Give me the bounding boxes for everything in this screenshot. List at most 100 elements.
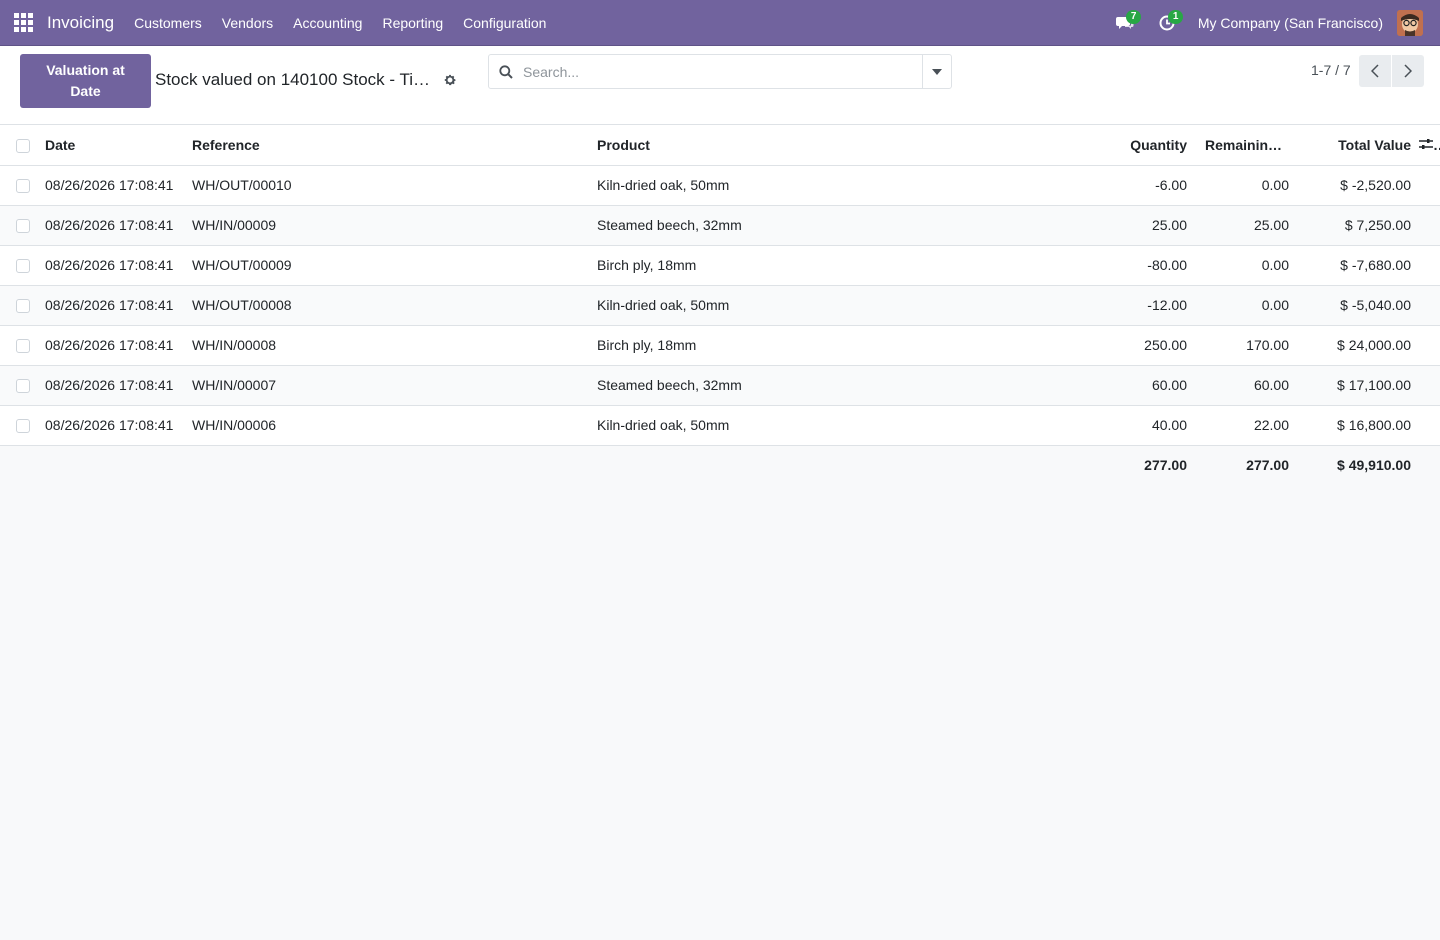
cell-reference: WH/IN/00007 — [192, 377, 277, 393]
cell-spacer — [1411, 405, 1440, 445]
sliders-icon — [1419, 138, 1433, 149]
cell-remaining: 60.00 — [1253, 377, 1289, 393]
row-checkbox[interactable] — [16, 419, 30, 434]
cell-total-value: $ 24,000.00 — [1337, 337, 1411, 353]
cell-product: Kiln-dried oak, 50mm — [597, 297, 730, 313]
chevron-left-icon — [1371, 64, 1379, 78]
column-header-quantity[interactable]: Quantity — [1039, 125, 1195, 166]
cell-remaining: 0.00 — [1261, 177, 1289, 193]
optional-columns-toggle[interactable] — [1411, 125, 1440, 166]
table-row[interactable]: 08/26/2026 17:08:41 WH/IN/00008 Birch pl… — [0, 325, 1440, 365]
table-row[interactable]: 08/26/2026 17:08:41 WH/OUT/00009 Birch p… — [0, 245, 1440, 285]
cell-quantity: 60.00 — [1151, 377, 1187, 393]
table-row[interactable]: 08/26/2026 17:08:41 WH/IN/00006 Kiln-dri… — [0, 405, 1440, 445]
column-header-remaining[interactable]: Remaining ... — [1195, 125, 1297, 166]
column-header-reference[interactable]: Reference — [184, 125, 589, 166]
row-select-cell — [0, 365, 37, 405]
cell-spacer — [1411, 205, 1440, 245]
totals-end-spacer — [1411, 445, 1440, 485]
cell-quantity: 250.00 — [1144, 337, 1187, 353]
cell-remaining: 0.00 — [1261, 257, 1289, 273]
row-checkbox[interactable] — [16, 179, 30, 194]
cell-date: 08/26/2026 17:08:41 — [45, 217, 174, 233]
cell-total-value: $ -5,040.00 — [1340, 297, 1411, 313]
user-avatar[interactable] — [1397, 9, 1423, 36]
row-checkbox[interactable] — [16, 339, 30, 354]
cell-product: Birch ply, 18mm — [597, 257, 697, 273]
row-checkbox[interactable] — [16, 299, 30, 314]
menu-configuration[interactable]: Configuration — [453, 0, 556, 46]
row-select-cell — [0, 285, 37, 325]
activities-count-badge: 1 — [1167, 9, 1184, 24]
table-row[interactable]: 08/26/2026 17:08:41 WH/IN/00009 Steamed … — [0, 205, 1440, 245]
apps-grid-icon[interactable] — [0, 0, 46, 46]
cell-reference: WH/OUT/00010 — [192, 177, 292, 193]
menu-customers[interactable]: Customers — [124, 0, 212, 46]
cell-product: Kiln-dried oak, 50mm — [597, 177, 730, 193]
cell-product: Birch ply, 18mm — [597, 337, 697, 353]
total-value: $ 49,910.00 — [1297, 445, 1411, 485]
messages-menu[interactable]: 7 — [1104, 0, 1146, 46]
pager-next-button[interactable] — [1392, 55, 1424, 87]
cell-reference: WH/IN/00006 — [192, 417, 277, 433]
cell-total-value: $ -7,680.00 — [1340, 257, 1411, 273]
cell-date: 08/26/2026 17:08:41 — [45, 337, 174, 353]
control-panel: Valuation at Date Stock valued on 140100… — [0, 46, 1440, 125]
row-select-cell — [0, 245, 37, 285]
row-checkbox[interactable] — [16, 259, 30, 274]
cell-product: Kiln-dried oak, 50mm — [597, 417, 730, 433]
total-remaining: 277.00 — [1195, 445, 1297, 485]
row-select-cell — [0, 165, 37, 205]
menu-reporting[interactable]: Reporting — [372, 0, 453, 46]
totals-row: 277.00 277.00 $ 49,910.00 — [0, 445, 1440, 485]
row-checkbox[interactable] — [16, 379, 30, 394]
cell-product: Steamed beech, 32mm — [597, 217, 742, 233]
cell-date: 08/26/2026 17:08:41 — [45, 257, 174, 273]
cell-total-value: $ 7,250.00 — [1344, 217, 1411, 233]
chevron-right-icon — [1404, 64, 1412, 78]
search-bar — [488, 54, 952, 89]
valuation-at-date-button[interactable]: Valuation at Date — [20, 54, 151, 108]
cell-date: 08/26/2026 17:08:41 — [45, 177, 174, 193]
table-row[interactable]: 08/26/2026 17:08:41 WH/OUT/00008 Kiln-dr… — [0, 285, 1440, 325]
messages-count-badge: 7 — [1125, 9, 1142, 24]
cell-quantity: -6.00 — [1155, 177, 1187, 193]
column-header-date[interactable]: Date — [37, 125, 184, 166]
cell-quantity: -80.00 — [1147, 257, 1187, 273]
main-menu: Customers Vendors Accounting Reporting C… — [124, 0, 556, 46]
valuation-list: Date Reference Product Quantity Remainin… — [0, 125, 1440, 485]
menu-accounting[interactable]: Accounting — [283, 0, 372, 46]
cell-total-value: $ -2,520.00 — [1340, 177, 1411, 193]
cell-spacer — [1411, 245, 1440, 285]
cell-spacer — [1411, 325, 1440, 365]
cell-spacer — [1411, 165, 1440, 205]
page-title: Stock valued on 140100 Stock - Timber — [155, 70, 430, 89]
search-options-toggle[interactable] — [922, 55, 951, 88]
table-row[interactable]: 08/26/2026 17:08:41 WH/OUT/00010 Kiln-dr… — [0, 165, 1440, 205]
column-header-product[interactable]: Product — [589, 125, 1039, 166]
cell-reference: WH/IN/00008 — [192, 337, 277, 353]
cell-total-value: $ 16,800.00 — [1337, 417, 1411, 433]
menu-vendors[interactable]: Vendors — [212, 0, 283, 46]
cell-remaining: 22.00 — [1253, 417, 1289, 433]
pager-value[interactable]: 1-7 / 7 — [1311, 62, 1351, 78]
row-checkbox[interactable] — [16, 219, 30, 234]
company-switcher[interactable]: My Company (San Francisco) — [1198, 15, 1383, 31]
cell-date: 08/26/2026 17:08:41 — [45, 417, 174, 433]
activities-menu[interactable]: 1 — [1146, 0, 1188, 46]
cell-spacer — [1411, 285, 1440, 325]
cell-reference: WH/OUT/00009 — [192, 257, 292, 273]
pager-previous-button[interactable] — [1359, 55, 1391, 87]
cell-date: 08/26/2026 17:08:41 — [45, 297, 174, 313]
app-name[interactable]: Invoicing — [47, 13, 114, 33]
column-header-total-value[interactable]: Total Value — [1297, 125, 1411, 166]
cell-total-value: $ 17,100.00 — [1337, 377, 1411, 393]
gear-icon[interactable] — [443, 73, 457, 87]
cell-quantity: 25.00 — [1151, 217, 1187, 233]
row-select-cell — [0, 405, 37, 445]
cell-remaining: 170.00 — [1246, 337, 1289, 353]
search-input[interactable] — [523, 55, 922, 88]
select-all-checkbox[interactable] — [16, 138, 30, 153]
table-row[interactable]: 08/26/2026 17:08:41 WH/IN/00007 Steamed … — [0, 365, 1440, 405]
cell-reference: WH/IN/00009 — [192, 217, 277, 233]
